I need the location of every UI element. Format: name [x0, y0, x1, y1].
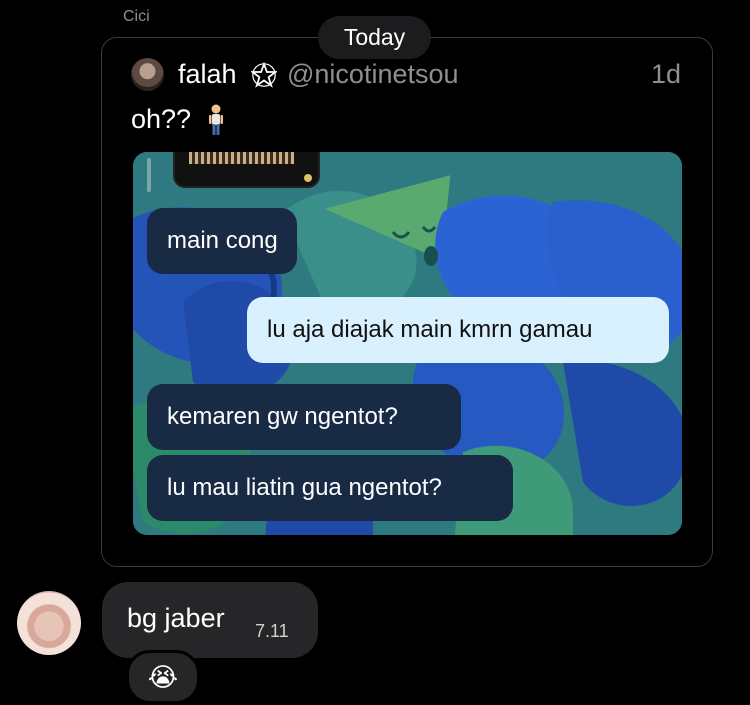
- tweet-timestamp: 1d: [651, 59, 682, 89]
- pentagram-icon: [251, 62, 277, 88]
- chat-bubble-text: main cong: [167, 227, 278, 254]
- chat-bubble-incoming: main cong: [147, 208, 297, 274]
- chat-bubble-outgoing: lu aja diajak main kmrn gamau: [247, 297, 669, 363]
- tweet-text: oh??: [131, 104, 192, 134]
- chat-bubble-text: lu mau liatin gua ngentot?: [167, 474, 442, 501]
- chat-bubble-incoming: kemaren gw ngentot?: [147, 384, 461, 450]
- chat-bubble-text: kemaren gw ngentot?: [167, 403, 398, 430]
- tweet-author-avatar[interactable]: [131, 58, 164, 91]
- person-standing-icon: [209, 104, 223, 135]
- tweet-author-name[interactable]: falah: [178, 59, 237, 90]
- scroll-indicator: [147, 158, 151, 192]
- reaction-badge[interactable]: 😭: [126, 650, 200, 704]
- previous-image-thumbnail: [173, 152, 320, 188]
- tweet-author-handle[interactable]: @nicotinetsou: [287, 59, 459, 90]
- sender-name: Cici: [123, 8, 150, 25]
- reply-sender-avatar[interactable]: [17, 591, 81, 655]
- reply-message-time: 7.11: [255, 621, 289, 641]
- reply-message-text: bg jaber: [127, 603, 225, 633]
- date-divider: Today: [318, 16, 431, 59]
- loudly-crying-emoji-icon: 😭: [147, 661, 179, 692]
- chat-bubble-incoming: lu mau liatin gua ngentot?: [147, 455, 513, 521]
- chat-bubble-text: lu aja diajak main kmrn gamau: [267, 316, 593, 343]
- tweet-media-image[interactable]: main cong lu aja diajak main kmrn gamau …: [133, 152, 682, 535]
